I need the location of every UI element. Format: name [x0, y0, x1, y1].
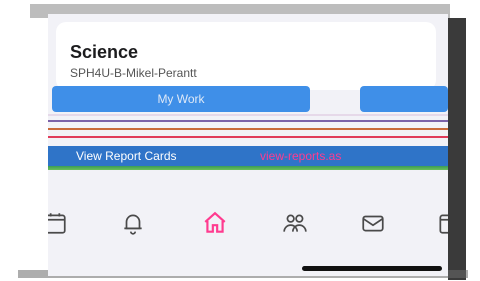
- course-card[interactable]: Science SPH4U-B-Mikel-Perantt: [56, 22, 436, 90]
- my-work-button[interactable]: My Work: [52, 86, 310, 112]
- divider: [48, 120, 448, 122]
- secondary-action-button[interactable]: [360, 86, 448, 112]
- tab-messages[interactable]: [356, 208, 390, 238]
- work-actions: My Work: [48, 86, 448, 112]
- report-cards-row[interactable]: View Report Cards view-reports.as: [48, 146, 448, 166]
- app-screen: Science SPH4U-B-Mikel-Perantt My Work Vi…: [48, 14, 448, 276]
- report-url[interactable]: view-reports.as: [260, 149, 341, 163]
- home-indicator[interactable]: [302, 266, 442, 271]
- divider: [48, 114, 448, 116]
- more-icon: [439, 214, 448, 234]
- tab-bar: [48, 204, 448, 244]
- tab-calendar[interactable]: [48, 208, 72, 238]
- course-title: Science: [70, 42, 139, 62]
- frame-right-edge: [448, 18, 466, 280]
- divider: [48, 136, 448, 138]
- tab-people[interactable]: [278, 208, 312, 238]
- bell-icon: [124, 214, 142, 235]
- tab-home[interactable]: [198, 208, 232, 238]
- divider-lines: [48, 114, 448, 144]
- calendar-icon: [48, 213, 66, 234]
- device-frame: Science SPH4U-B-Mikel-Perantt My Work Vi…: [0, 0, 480, 281]
- divider: [48, 128, 448, 130]
- report-underline: [48, 166, 448, 170]
- course-subtitle: SPH4U-B-Mikel-Perantt: [70, 66, 197, 80]
- people-icon: [283, 214, 307, 232]
- home-icon: [204, 211, 226, 233]
- view-report-cards-link[interactable]: View Report Cards: [76, 149, 177, 163]
- tab-more[interactable]: [432, 208, 448, 238]
- mail-icon: [362, 215, 384, 232]
- tab-alerts[interactable]: [116, 208, 150, 238]
